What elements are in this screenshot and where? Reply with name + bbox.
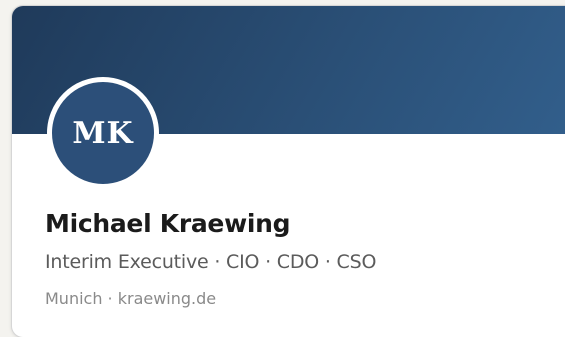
avatar: MK — [47, 77, 159, 189]
profile-location-website: Munich · kraewing.de — [45, 289, 217, 308]
avatar-initials: MK — [72, 115, 134, 151]
profile-card: MK Michael Kraewing Interim Executive · … — [11, 5, 565, 337]
profile-roles: Interim Executive · CIO · CDO · CSO — [45, 251, 377, 273]
profile-name: Michael Kraewing — [45, 209, 291, 238]
